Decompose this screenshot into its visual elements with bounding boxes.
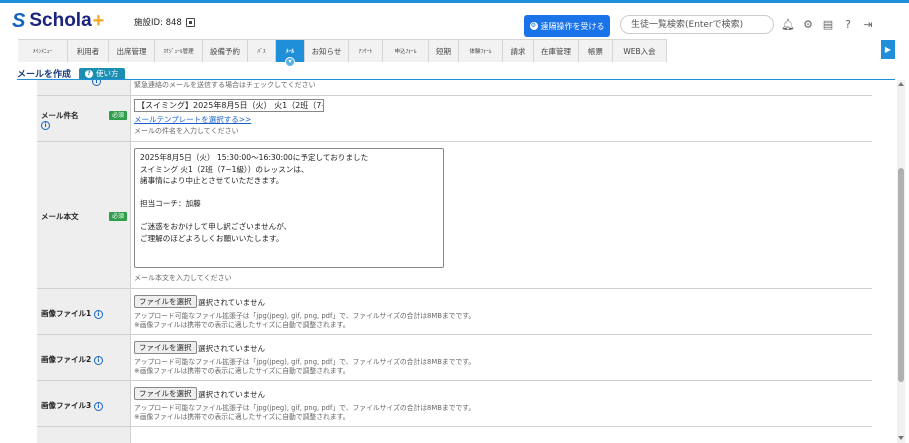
next-value-cell bbox=[132, 427, 872, 443]
file2-label-cell: 画像ファイル2 i bbox=[37, 335, 131, 380]
nav-mail-down-icon: ▾ bbox=[285, 57, 295, 67]
nav-main-menu[interactable]: ﾒｲﾝﾒﾆｭｰ bbox=[18, 40, 68, 62]
file2-status: 選択されていません bbox=[198, 344, 266, 353]
question-icon: ? bbox=[85, 69, 94, 78]
file1-info-icon[interactable]: i bbox=[93, 309, 103, 319]
urgent-value-cell: 緊急連絡のメールを送信する場合はチェックしてください bbox=[132, 80, 872, 95]
nav-web-enroll[interactable]: WEB入会 bbox=[613, 40, 667, 62]
schola-logo[interactable]: S Schola + bbox=[12, 9, 104, 33]
page-scrollbar[interactable] bbox=[897, 80, 905, 443]
subject-row: メール件名 必須 i メールテンプレートを選択する>> メールの件名を入力してく… bbox=[37, 96, 872, 142]
scroll-down-icon[interactable] bbox=[898, 436, 904, 440]
nav-attendance[interactable]: 出席管理 bbox=[109, 40, 155, 62]
subject-input[interactable] bbox=[134, 99, 324, 112]
nav-trial-form[interactable]: 体験ﾌｫｰﾑ bbox=[459, 40, 503, 62]
nav-users[interactable]: 利用者 bbox=[68, 40, 109, 62]
body-hint: メール本文を入力してください bbox=[134, 274, 232, 282]
document-icon[interactable]: ▤ bbox=[822, 18, 834, 31]
file1-note2: ※画像ファイルは携帯での表示に適したサイズに自動で調整されます。 bbox=[134, 321, 350, 329]
nav-bus[interactable]: ﾊﾞｽ bbox=[248, 40, 276, 62]
next-row bbox=[37, 427, 872, 443]
file1-row: 画像ファイル1 i ファイルを選択 選択されていません アップロード可能なファイ… bbox=[37, 289, 872, 335]
subject-hint: メールの件名を入力してください bbox=[134, 127, 239, 135]
nav-schedule[interactable]: ｽｹｼﾞｭｰﾙ管理 bbox=[155, 40, 203, 62]
file2-info-icon[interactable]: i bbox=[93, 355, 103, 365]
subject-required-badge: 必須 bbox=[109, 111, 127, 120]
file3-status: 選択されていません bbox=[198, 390, 266, 399]
bell-icon[interactable]: 🔔︎ bbox=[781, 18, 795, 31]
file3-info-icon[interactable]: i bbox=[93, 401, 103, 411]
urgent-info-icon[interactable]: i bbox=[92, 80, 101, 86]
file2-choose-button[interactable]: ファイルを選択 bbox=[134, 341, 197, 354]
nav-short-term[interactable]: 短期 bbox=[429, 40, 459, 62]
nav-notices[interactable]: お知らせ bbox=[305, 40, 349, 62]
main-nav: ﾒｲﾝﾒﾆｭｰ 利用者 出席管理 ｽｹｼﾞｭｰﾙ管理 設備予約 ﾊﾞｽ ﾒｰﾙ … bbox=[18, 39, 667, 67]
subject-label-cell: メール件名 必須 i bbox=[37, 96, 131, 141]
remote-support-button[interactable]: ⚙ 遠隔操作を受ける bbox=[524, 15, 610, 37]
howto-button[interactable]: ? 使い方 bbox=[79, 67, 125, 80]
nav-mail[interactable]: ﾒｰﾙ ▾ bbox=[276, 40, 305, 67]
file3-row: 画像ファイル3 i ファイルを選択 選択されていません アップロード可能なファイ… bbox=[37, 381, 872, 427]
logo-text: Schola bbox=[29, 10, 92, 31]
nav-mail-label: ﾒｰﾙ bbox=[285, 49, 295, 55]
file3-note2: ※画像ファイルは携帯での表示に適したサイズに自動で調整されます。 bbox=[134, 413, 350, 421]
nav-billing[interactable]: 請求 bbox=[503, 40, 534, 62]
nav-survey[interactable]: ｱﾝｹｰﾄ bbox=[349, 40, 383, 62]
nav-inventory[interactable]: 在庫管理 bbox=[534, 40, 579, 62]
urgent-label-cell: i bbox=[37, 80, 131, 95]
file1-label-cell: 画像ファイル1 i bbox=[37, 289, 131, 334]
howto-label: 使い方 bbox=[96, 69, 119, 78]
scrollbar-thumb[interactable] bbox=[898, 168, 904, 382]
urgent-row: i 緊急連絡のメールを送信する場合はチェックしてください bbox=[37, 80, 872, 96]
file2-note2: ※画像ファイルは携帯での表示に適したサイズに自動で調整されます。 bbox=[134, 367, 350, 375]
file2-value-cell: ファイルを選択 選択されていません アップロード可能なファイル拡張子は「jpg(… bbox=[132, 335, 872, 380]
logo-s-icon: S bbox=[12, 9, 26, 32]
body-value-cell: 2025年8月5日（火） 15:30:00～16:30:00に予定しておりました… bbox=[132, 142, 872, 288]
file1-choose-button[interactable]: ファイルを選択 bbox=[134, 295, 197, 308]
remote-support-label: 遠隔操作を受ける bbox=[540, 21, 605, 31]
building-icon bbox=[185, 17, 195, 27]
logo-plus: + bbox=[92, 9, 105, 32]
nav-application-form[interactable]: 申込ﾌｫｰﾑ bbox=[383, 40, 429, 62]
nav-scroll-right-icon[interactable]: ▶ bbox=[881, 40, 895, 59]
body-label-cell: メール本文 必須 bbox=[37, 142, 131, 288]
help-icon[interactable]: ? bbox=[842, 18, 854, 31]
header-icons: 🔔︎ ⚙ ▤ ? ⇥ bbox=[781, 18, 874, 31]
file3-value-cell: ファイルを選択 選択されていません アップロード可能なファイル拡張子は「jpg(… bbox=[132, 381, 872, 426]
file2-row: 画像ファイル2 i ファイルを選択 選択されていません アップロード可能なファイ… bbox=[37, 335, 872, 381]
subject-value-cell: メールテンプレートを選択する>> メールの件名を入力してください bbox=[132, 96, 872, 141]
logout-icon[interactable]: ⇥ bbox=[862, 18, 874, 31]
file3-label-text: 画像ファイル3 bbox=[41, 401, 92, 410]
gear-icon[interactable]: ⚙ bbox=[802, 18, 814, 31]
body-textarea[interactable]: 2025年8月5日（火） 15:30:00～16:30:00に予定しておりました… bbox=[134, 148, 444, 268]
file1-label-text: 画像ファイル1 bbox=[41, 309, 92, 318]
scroll-up-icon[interactable] bbox=[898, 82, 904, 86]
facility-id: 施設ID: 848 bbox=[134, 16, 195, 28]
subject-label: メール件名 bbox=[41, 111, 79, 120]
mail-form: i 緊急連絡のメールを送信する場合はチェックしてください メール件名 必須 i … bbox=[37, 80, 872, 443]
body-row: メール本文 必須 2025年8月5日（火） 15:30:00～16:30:00に… bbox=[37, 142, 872, 289]
body-required-badge: 必須 bbox=[109, 212, 127, 221]
app-header: S Schola + 施設ID: 848 ⚙ 遠隔操作を受ける 🔔︎ ⚙ ▤ ?… bbox=[0, 3, 909, 37]
subject-info-icon[interactable]: i bbox=[41, 121, 50, 130]
next-label-cell bbox=[37, 427, 131, 443]
template-select-link[interactable]: メールテンプレートを選択する>> bbox=[134, 114, 251, 125]
file3-choose-button[interactable]: ファイルを選択 bbox=[134, 387, 197, 400]
file1-value-cell: ファイルを選択 選択されていません アップロード可能なファイル拡張子は「jpg(… bbox=[132, 289, 872, 334]
nav-equipment[interactable]: 設備予約 bbox=[203, 40, 248, 62]
file3-label: 画像ファイル3 i bbox=[41, 400, 103, 411]
body-label: メール本文 bbox=[41, 212, 79, 221]
urgent-hint: 緊急連絡のメールを送信する場合はチェックしてください bbox=[134, 81, 316, 89]
file1-status: 選択されていません bbox=[198, 298, 266, 307]
facility-id-text: 施設ID: 848 bbox=[134, 18, 182, 28]
student-search-input[interactable] bbox=[620, 15, 774, 34]
file1-label: 画像ファイル1 i bbox=[41, 308, 103, 319]
nav-reports[interactable]: 帳票 bbox=[579, 40, 613, 62]
file2-label: 画像ファイル2 i bbox=[41, 354, 103, 365]
remote-gear-icon: ⚙ bbox=[529, 22, 538, 30]
file2-label-text: 画像ファイル2 bbox=[41, 355, 92, 364]
file3-label-cell: 画像ファイル3 i bbox=[37, 381, 131, 426]
